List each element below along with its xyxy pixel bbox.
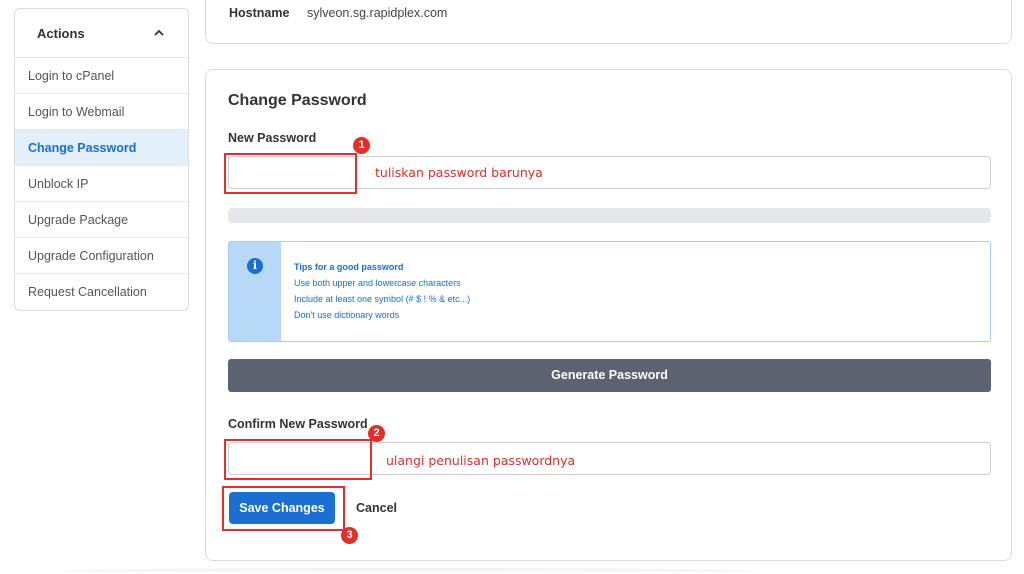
annotation-badge-3: 3	[341, 527, 358, 544]
info-icon: i	[247, 258, 263, 274]
annotation-text-1: tuliskan password barunya	[375, 165, 543, 180]
hostname-card: Hostname sylveon.sg.rapidplex.com	[205, 0, 1012, 44]
sidebar-item-request-cancellation[interactable]: Request Cancellation	[15, 274, 188, 310]
tips-title: Tips for a good password	[294, 262, 404, 272]
sidebar-title: Actions	[37, 25, 85, 41]
sidebar-item-login-cpanel[interactable]: Login to cPanel	[15, 58, 188, 94]
page-shadow	[60, 568, 760, 574]
tip-item: Don't use dictionary words	[294, 310, 400, 320]
hostname-value: sylveon.sg.rapidplex.com	[307, 6, 448, 20]
annotation-box-2	[224, 439, 372, 480]
chevron-up-icon[interactable]	[152, 26, 166, 40]
hostname-label: Hostname	[229, 6, 290, 20]
generate-password-button[interactable]: Generate Password	[228, 359, 991, 392]
password-strength-bar	[228, 208, 991, 223]
confirm-password-label: Confirm New Password	[228, 417, 368, 431]
sidebar-item-upgrade-configuration[interactable]: Upgrade Configuration	[15, 238, 188, 274]
sidebar-item-login-webmail[interactable]: Login to Webmail	[15, 94, 188, 130]
sidebar-item-upgrade-package[interactable]: Upgrade Package	[15, 202, 188, 238]
annotation-badge-1: 1	[353, 137, 370, 154]
actions-sidebar: Actions Login to cPanel Login to Webmail…	[14, 8, 189, 311]
sidebar-header[interactable]: Actions	[15, 9, 188, 58]
annotation-text-2: ulangi penulisan passwordnya	[386, 453, 576, 468]
annotation-box-1	[224, 153, 357, 194]
new-password-label: New Password	[228, 131, 317, 145]
tip-item: Include at least one symbol (# $ ! % & e…	[294, 294, 471, 304]
tip-item: Use both upper and lowercase characters	[294, 278, 461, 288]
annotation-badge-2: 2	[368, 425, 385, 442]
annotation-box-3	[222, 486, 345, 531]
cancel-link[interactable]: Cancel	[356, 501, 397, 515]
tips-text: Tips for a good password Use both upper …	[294, 259, 470, 323]
page-title: Change Password	[228, 92, 367, 109]
sidebar-item-unblock-ip[interactable]: Unblock IP	[15, 166, 188, 202]
tips-sidebar: i	[229, 242, 281, 341]
password-tips-box: i Tips for a good password Use both uppe…	[228, 241, 991, 342]
sidebar-item-change-password[interactable]: Change Password	[15, 130, 188, 166]
